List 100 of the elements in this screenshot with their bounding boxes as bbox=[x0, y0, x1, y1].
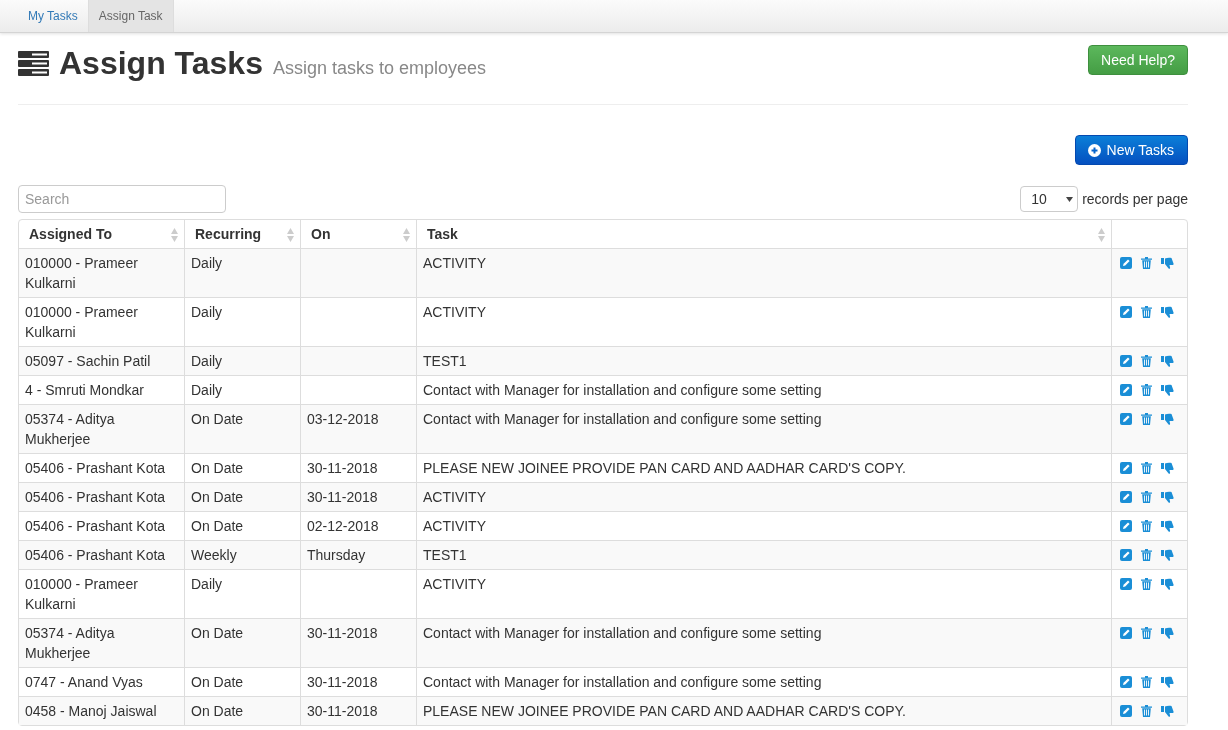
table-cell: On Date bbox=[191, 489, 244, 505]
table-cell: On Date bbox=[191, 518, 244, 534]
table-cell: Daily bbox=[191, 255, 223, 271]
table-cell: Contact with Manager for installation and configure some setting bbox=[423, 625, 822, 641]
thumbs-down-icon[interactable] bbox=[1161, 384, 1174, 396]
page-title: Assign Tasks bbox=[59, 45, 263, 82]
table-cell: 30-11-2018 bbox=[307, 625, 378, 641]
table-cell: 010000 - Prameer Kulkarni bbox=[25, 255, 138, 291]
table-cell: ACTIVITY bbox=[423, 255, 486, 271]
table-cell: 30-11-2018 bbox=[307, 703, 378, 719]
thumbs-down-icon[interactable] bbox=[1161, 578, 1174, 590]
trash-icon[interactable] bbox=[1141, 520, 1152, 532]
table-cell: TEST1 bbox=[423, 547, 467, 563]
table-cell: Daily bbox=[191, 382, 223, 398]
plus-icon bbox=[1087, 143, 1101, 157]
table-cell: On Date bbox=[191, 674, 244, 690]
table-cell: TEST1 bbox=[423, 353, 467, 369]
table-cell: 05374 - Aditya Mukherjee bbox=[25, 625, 115, 661]
table-cell: 0458 - Manoj Jaiswal bbox=[25, 703, 157, 719]
edit-icon[interactable] bbox=[1120, 520, 1132, 532]
edit-icon[interactable] bbox=[1120, 384, 1132, 396]
table-cell: ACTIVITY bbox=[423, 489, 486, 505]
table-cell: Contact with Manager for installation and configure some setting bbox=[423, 674, 822, 690]
trash-icon[interactable] bbox=[1141, 491, 1152, 503]
table-cell: ACTIVITY bbox=[423, 576, 486, 592]
thumbs-down-icon[interactable] bbox=[1161, 355, 1174, 367]
trash-icon[interactable] bbox=[1141, 462, 1152, 474]
column-header[interactable]: On bbox=[311, 226, 331, 242]
trash-icon[interactable] bbox=[1141, 413, 1152, 425]
table-cell: 05097 - Sachin Patil bbox=[25, 353, 151, 369]
thumbs-down-icon[interactable] bbox=[1161, 491, 1174, 503]
table-cell: 010000 - Prameer Kulkarni bbox=[25, 576, 138, 612]
table-cell: Weekly bbox=[191, 547, 237, 563]
thumbs-down-icon[interactable] bbox=[1161, 705, 1174, 717]
table-cell: On Date bbox=[191, 411, 244, 427]
table-cell: 05406 - Prashant Kota bbox=[25, 489, 166, 505]
thumbs-down-icon[interactable] bbox=[1161, 627, 1174, 639]
search-field[interactable]: Search bbox=[18, 185, 226, 213]
thumbs-down-icon[interactable] bbox=[1161, 462, 1174, 474]
table-cell: 010000 - Prameer Kulkarni bbox=[25, 304, 138, 340]
table-cell: 05406 - Prashant Kota bbox=[25, 518, 166, 534]
column-header[interactable]: Recurring bbox=[195, 226, 262, 242]
table-cell: 05406 - Prashant Kota bbox=[25, 460, 166, 476]
trash-icon[interactable] bbox=[1141, 306, 1152, 318]
table-cell: Contact with Manager for installation and configure some setting bbox=[423, 382, 822, 398]
list-icon bbox=[18, 51, 49, 76]
trash-icon[interactable] bbox=[1141, 676, 1152, 688]
edit-icon[interactable] bbox=[1120, 676, 1132, 688]
page-size-select[interactable]: 10 bbox=[1020, 186, 1079, 212]
column-header[interactable]: Task bbox=[427, 226, 458, 242]
edit-icon[interactable] bbox=[1120, 578, 1132, 590]
edit-icon[interactable] bbox=[1120, 306, 1132, 318]
table-cell: Thursday bbox=[307, 547, 366, 563]
trash-icon[interactable] bbox=[1141, 705, 1152, 717]
page-size-label: records per page bbox=[1082, 191, 1188, 207]
trash-icon[interactable] bbox=[1141, 627, 1152, 639]
table-cell: PLEASE NEW JOINEE PROVIDE PAN CARD AND AADHAR CARD'S COPY. bbox=[423, 460, 906, 476]
trash-icon[interactable] bbox=[1141, 549, 1152, 561]
table-cell: 05406 - Prashant Kota bbox=[25, 547, 166, 563]
table-cell: On Date bbox=[191, 625, 244, 641]
table-cell: Contact with Manager for installation and configure some setting bbox=[423, 411, 822, 427]
table-cell: 05374 - Aditya Mukherjee bbox=[25, 411, 115, 447]
edit-icon[interactable] bbox=[1120, 491, 1132, 503]
column-header[interactable]: Assigned To bbox=[29, 226, 112, 242]
edit-icon[interactable] bbox=[1120, 413, 1132, 425]
nav-tab[interactable]: My Tasks bbox=[18, 0, 88, 32]
table-cell: 30-11-2018 bbox=[307, 674, 378, 690]
table-cell: ACTIVITY bbox=[423, 304, 486, 320]
edit-icon[interactable] bbox=[1120, 705, 1132, 717]
thumbs-down-icon[interactable] bbox=[1161, 676, 1174, 688]
thumbs-down-icon[interactable] bbox=[1161, 549, 1174, 561]
thumbs-down-icon[interactable] bbox=[1161, 257, 1174, 269]
edit-icon[interactable] bbox=[1120, 627, 1132, 639]
table-cell: Daily bbox=[191, 353, 223, 369]
new-tasks-button[interactable]: New Tasks bbox=[1074, 135, 1188, 165]
edit-icon[interactable] bbox=[1120, 355, 1132, 367]
trash-icon[interactable] bbox=[1141, 257, 1152, 269]
trash-icon[interactable] bbox=[1141, 355, 1152, 367]
edit-icon[interactable] bbox=[1120, 462, 1132, 474]
table-cell: ACTIVITY bbox=[423, 518, 486, 534]
table-cell: 02-12-2018 bbox=[307, 518, 379, 534]
table-cell: Daily bbox=[191, 304, 223, 320]
table-cell: Daily bbox=[191, 576, 223, 592]
page-subtitle: Assign tasks to employees bbox=[272, 58, 487, 79]
table-cell: 30-11-2018 bbox=[307, 460, 378, 476]
trash-icon[interactable] bbox=[1141, 384, 1152, 396]
thumbs-down-icon[interactable] bbox=[1161, 306, 1174, 318]
nav-tab[interactable]: Assign Task bbox=[87, 0, 174, 32]
table-cell: On Date bbox=[191, 703, 244, 719]
table-cell: 03-12-2018 bbox=[307, 411, 379, 427]
caret-icon bbox=[1066, 196, 1074, 202]
table-cell: 30-11-2018 bbox=[307, 489, 378, 505]
table-cell: On Date bbox=[191, 460, 244, 476]
edit-icon[interactable] bbox=[1120, 257, 1132, 269]
table-cell: 4 - Smruti Mondkar bbox=[25, 382, 145, 398]
thumbs-down-icon[interactable] bbox=[1161, 520, 1174, 532]
trash-icon[interactable] bbox=[1141, 578, 1152, 590]
edit-icon[interactable] bbox=[1120, 549, 1132, 561]
thumbs-down-icon[interactable] bbox=[1161, 413, 1174, 425]
table-cell: 0747 - Anand Vyas bbox=[25, 674, 143, 690]
